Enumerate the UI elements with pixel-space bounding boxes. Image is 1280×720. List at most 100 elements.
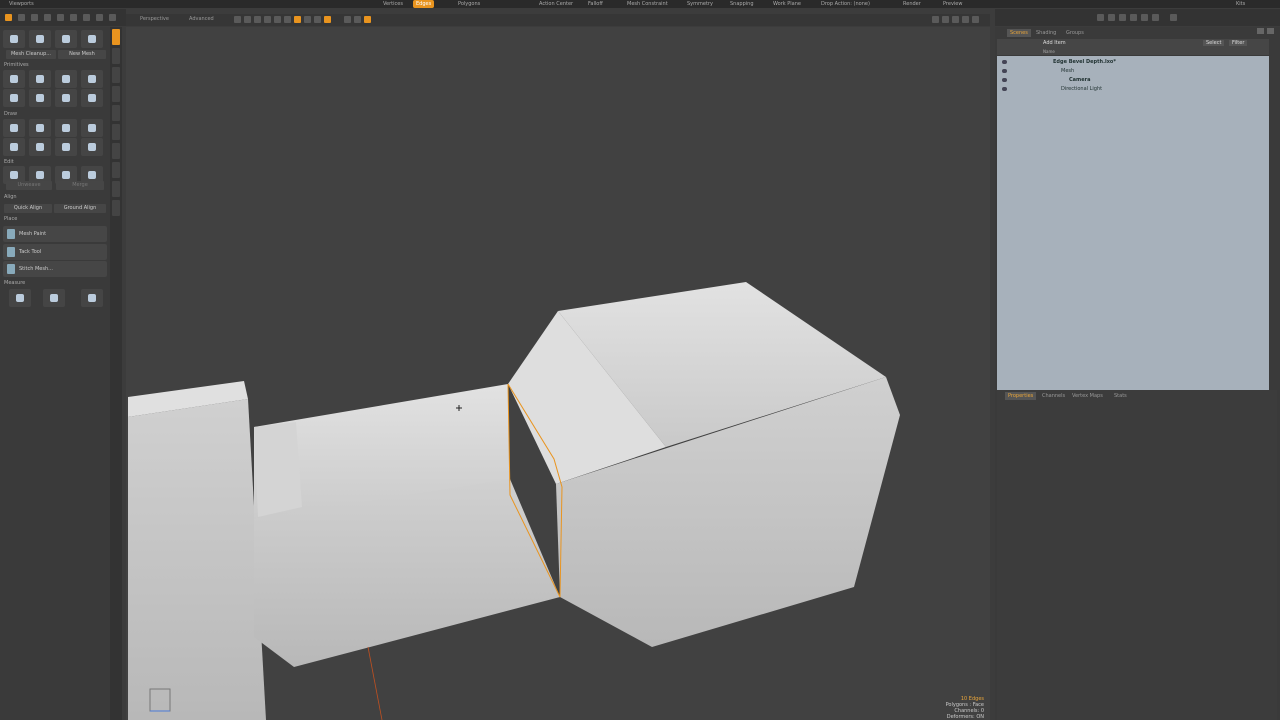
path-tool-button[interactable] [81, 30, 103, 48]
mesh-paint-button[interactable]: Mesh Paint [3, 226, 107, 242]
scale-icon[interactable] [44, 14, 51, 21]
draw-tool-7-button[interactable] [55, 138, 77, 156]
tree-item-mesh[interactable]: Mesh [997, 67, 1269, 76]
merge-button[interactable]: Merge [56, 181, 104, 190]
rotate-icon[interactable] [31, 14, 38, 21]
draw-tool-2-button[interactable] [29, 119, 51, 137]
visibility-eye-icon[interactable] [1002, 69, 1007, 73]
tree-item-camera[interactable]: Camera [997, 76, 1269, 85]
layout-icon-7[interactable] [1170, 14, 1177, 21]
tree-item-light[interactable]: Directional Light [997, 85, 1269, 94]
duplicate-tab[interactable] [112, 86, 120, 102]
overlay-icon[interactable] [354, 16, 361, 23]
grid-icon[interactable] [96, 14, 103, 21]
viewports-tab[interactable]: Viewports [6, 0, 37, 8]
text-button[interactable] [81, 89, 103, 107]
zoom-icon[interactable] [83, 14, 90, 21]
tree-item-scene[interactable]: Edge Bevel Depth.lxo* [997, 58, 1269, 67]
pan-icon[interactable] [942, 16, 949, 23]
select-tab[interactable] [112, 48, 120, 64]
layout-icon-4[interactable] [1130, 14, 1137, 21]
snapping-button[interactable]: Snapping [727, 0, 757, 8]
background-icon[interactable] [314, 16, 321, 23]
work-plane-button[interactable]: Work Plane [770, 0, 804, 8]
cone-button[interactable] [81, 70, 103, 88]
maximize-panel-icon[interactable] [1257, 28, 1264, 34]
kits-button[interactable]: Kits [1233, 0, 1248, 8]
layout-icon-6[interactable] [1152, 14, 1159, 21]
deform-tab[interactable] [112, 67, 120, 83]
lights-icon[interactable] [274, 16, 281, 23]
shaded-icon[interactable] [244, 16, 251, 23]
layout-icon-5[interactable] [1141, 14, 1148, 21]
protractor-button[interactable] [43, 289, 65, 307]
pen-tool-button[interactable] [3, 30, 25, 48]
panel-menu-icon[interactable] [1267, 28, 1274, 34]
texture-icon[interactable] [254, 16, 261, 23]
options-icon[interactable] [344, 16, 351, 23]
preview-button[interactable]: Preview [940, 0, 965, 8]
sketch-tool-button[interactable] [29, 30, 51, 48]
draw-tool-5-button[interactable] [3, 138, 25, 156]
cube-button[interactable] [3, 70, 25, 88]
ruler-button[interactable] [9, 289, 31, 307]
torus-button[interactable] [3, 89, 25, 107]
draw-tool-6-button[interactable] [29, 138, 51, 156]
measure-box-button[interactable] [81, 289, 103, 307]
edit-tab[interactable] [112, 105, 120, 121]
draw-tool-1-button[interactable] [3, 119, 25, 137]
element-icon[interactable] [70, 14, 77, 21]
maximize-icon[interactable] [972, 16, 979, 23]
visibility-eye-icon[interactable] [1002, 87, 1007, 91]
tab-properties[interactable]: Properties [1005, 392, 1037, 400]
highlight-icon[interactable] [364, 16, 371, 23]
polygon-tab[interactable] [112, 162, 120, 178]
falloff-button[interactable]: Falloff [585, 0, 606, 8]
view-type-dropdown[interactable]: Perspective [140, 16, 169, 22]
quick-align-button[interactable]: Quick Align [4, 204, 52, 213]
tab-shading[interactable]: Shading [1033, 29, 1059, 37]
3d-viewport[interactable]: 10 Edges Polygons : Face Channels: 0 Def… [126, 27, 990, 720]
visibility-eye-icon[interactable] [1002, 60, 1007, 64]
layout-icon-3[interactable] [1119, 14, 1126, 21]
reflection-icon[interactable] [264, 16, 271, 23]
vertices-mode-button[interactable]: Vertices [380, 0, 406, 8]
fit-view-icon[interactable] [932, 16, 939, 23]
drop-action-dropdown[interactable]: Drop Action: (none) [818, 0, 873, 8]
fusion-tab[interactable] [112, 200, 120, 216]
display-icon[interactable] [304, 16, 311, 23]
transform-icon[interactable] [57, 14, 64, 21]
mesh-cleanup-button[interactable]: Mesh Cleanup... [6, 50, 56, 59]
new-mesh-button[interactable]: New Mesh [58, 50, 106, 59]
active-layer-icon[interactable] [294, 16, 301, 23]
render-preview-icon[interactable] [324, 16, 331, 23]
zoom-view-icon[interactable] [952, 16, 959, 23]
tack-tool-button[interactable]: Tack Tool [3, 244, 107, 260]
layout-icon-2[interactable] [1108, 14, 1115, 21]
select-icon[interactable] [5, 14, 12, 21]
visibility-eye-icon[interactable] [1002, 78, 1007, 82]
refresh-icon[interactable] [109, 14, 116, 21]
capsule-button[interactable] [55, 89, 77, 107]
edge-tab[interactable] [112, 143, 120, 159]
curve-tab[interactable] [112, 181, 120, 197]
tab-channels[interactable]: Channels [1039, 392, 1068, 400]
rotate-view-icon[interactable] [962, 16, 969, 23]
wireframe-icon[interactable] [234, 16, 241, 23]
render-button[interactable]: Render [900, 0, 924, 8]
ground-align-button[interactable]: Ground Align [54, 204, 106, 213]
filter-button[interactable]: Filter [1229, 40, 1248, 46]
mesh-constraint-button[interactable]: Mesh Constraint [624, 0, 671, 8]
polygons-mode-button[interactable]: Polygons [455, 0, 483, 8]
move-icon[interactable] [18, 14, 25, 21]
view-mode-dropdown[interactable]: Advanced [189, 16, 214, 22]
curve-tool-button[interactable] [55, 30, 77, 48]
symmetry-button[interactable]: Symmetry [684, 0, 716, 8]
tab-stats[interactable]: Stats [1111, 392, 1130, 400]
select-button[interactable]: Select [1203, 40, 1225, 46]
camera-icon[interactable] [284, 16, 291, 23]
model-tab[interactable] [112, 29, 120, 45]
add-item-button[interactable]: Add Item [1043, 40, 1066, 46]
draw-tool-3-button[interactable] [55, 119, 77, 137]
action-center-button[interactable]: Action Center [536, 0, 576, 8]
